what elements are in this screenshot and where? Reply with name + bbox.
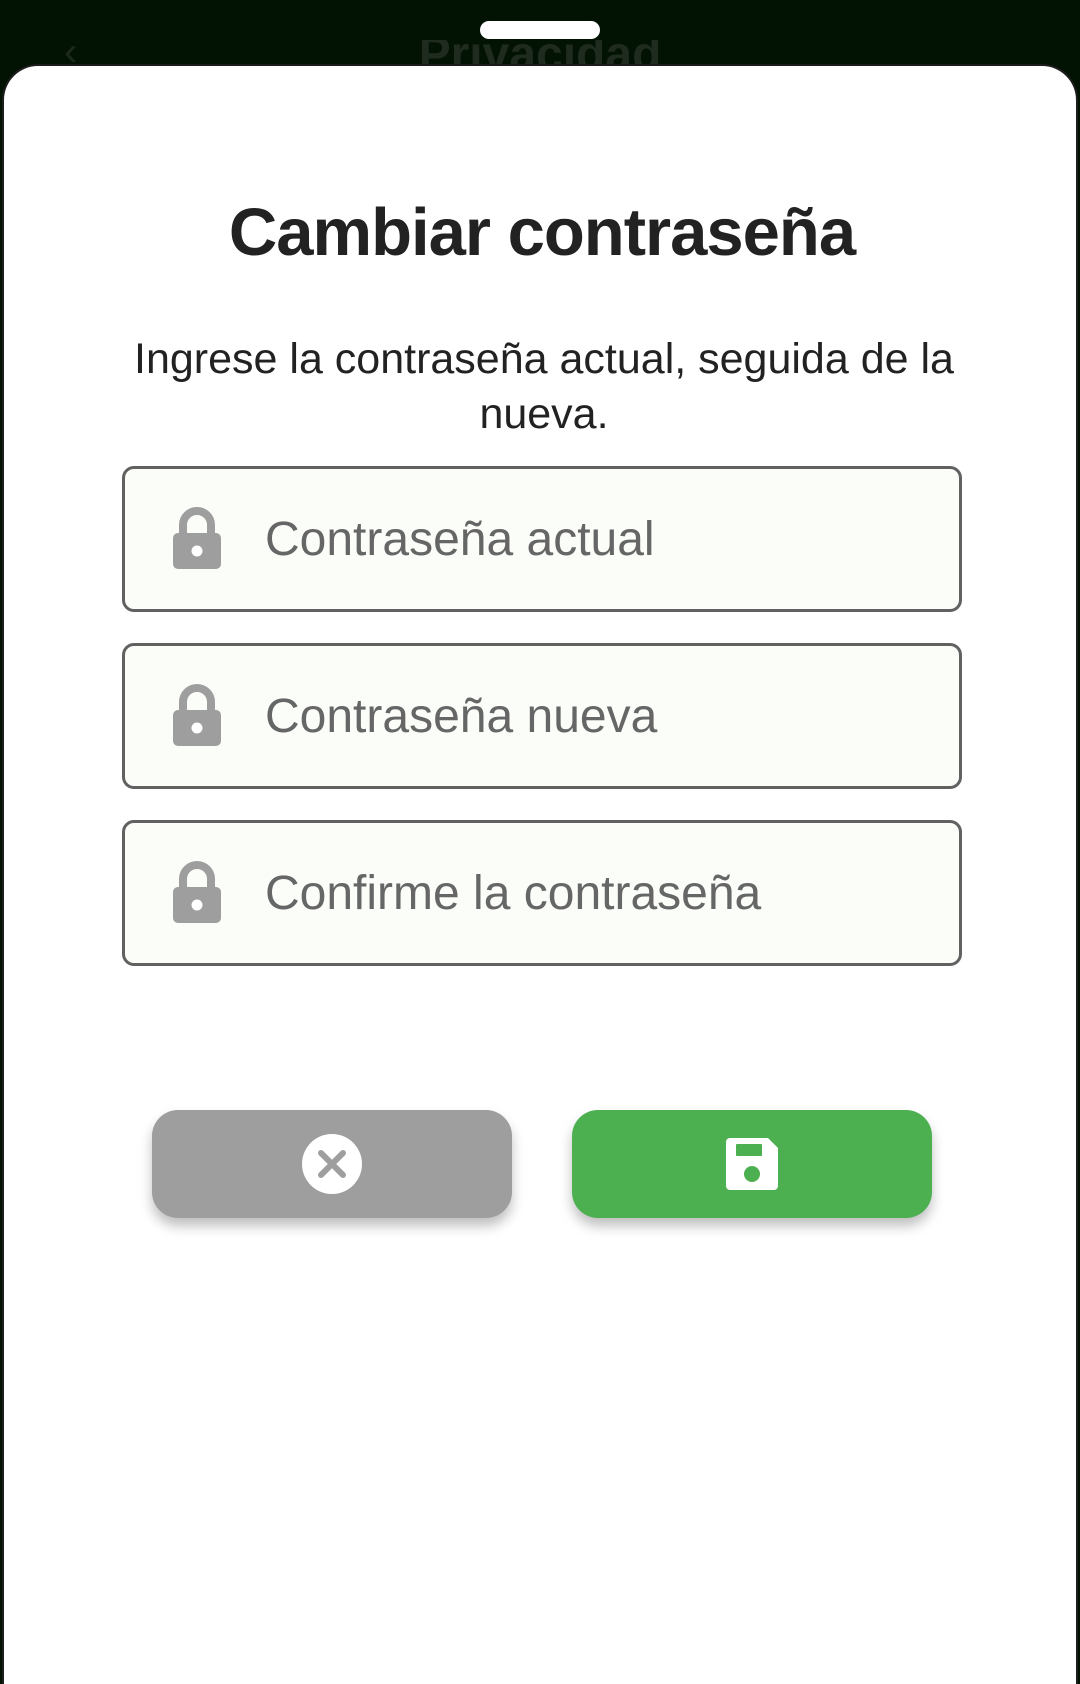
- save-floppy-icon: [726, 1138, 778, 1190]
- dialog-description: Ingrese la contraseña actual, seguida de…: [134, 335, 954, 438]
- current-password-input[interactable]: [265, 469, 925, 609]
- new-password-field[interactable]: [122, 643, 962, 789]
- bottom-sheet-dialog: Cambiar contraseña Ingrese la contraseña…: [2, 64, 1078, 1684]
- cancel-button[interactable]: [152, 1110, 512, 1218]
- cancel-circle-icon: [302, 1134, 362, 1194]
- dialog-title: Cambiar contraseña: [228, 195, 856, 270]
- current-password-field[interactable]: [122, 466, 962, 612]
- lock-icon: [173, 684, 221, 746]
- new-password-input[interactable]: [265, 646, 925, 786]
- lock-icon: [173, 861, 221, 923]
- lock-icon: [173, 507, 221, 569]
- confirm-password-field[interactable]: [122, 820, 962, 966]
- save-button[interactable]: [572, 1110, 932, 1218]
- sheet-drag-handle[interactable]: [480, 21, 600, 39]
- confirm-password-input[interactable]: [265, 823, 925, 963]
- back-arrow-icon: ‹: [64, 30, 78, 74]
